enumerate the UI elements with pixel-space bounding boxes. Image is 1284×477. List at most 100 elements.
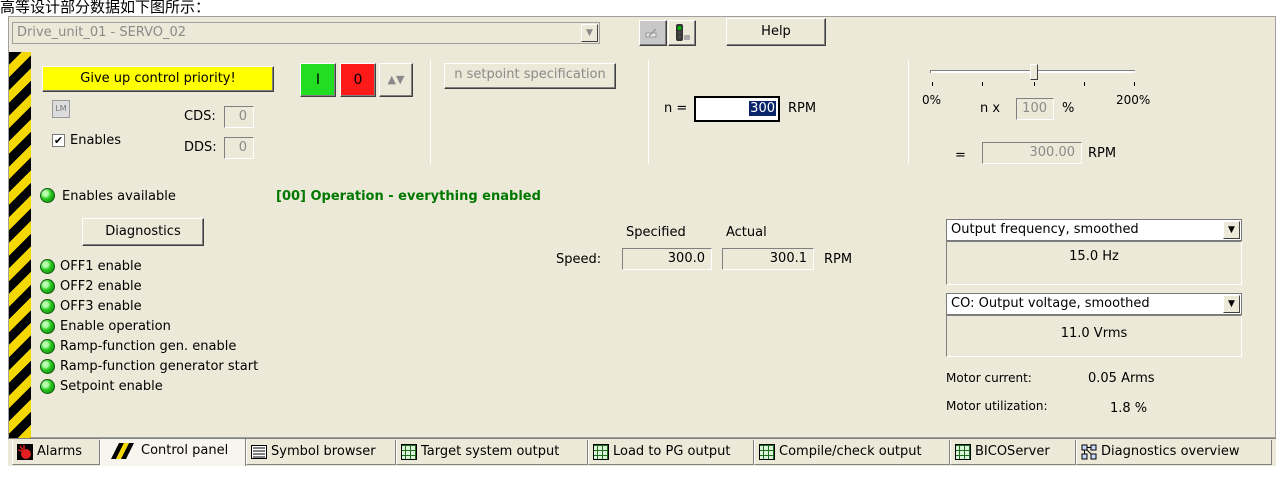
slider-tick bbox=[1134, 82, 1135, 86]
caption-fragment: 高等设计部分数据如下图所示： bbox=[0, 0, 211, 14]
monitor-select-2-value: CO: Output voltage, smoothed bbox=[951, 296, 1150, 311]
n-setpoint-input[interactable]: 300 bbox=[694, 96, 780, 122]
scaled-setpoint-unit: RPM bbox=[1088, 146, 1117, 161]
tab-label: Diagnostics overview bbox=[1101, 444, 1240, 459]
monitor-select-1[interactable]: Output frequency, smoothed ▼ bbox=[946, 219, 1242, 241]
override-slider[interactable] bbox=[922, 64, 1142, 86]
speed-specified-field: 300.0 bbox=[622, 248, 712, 270]
off-button[interactable]: 0 bbox=[340, 63, 376, 97]
n-setpoint-specification-button[interactable]: n setpoint specification bbox=[444, 63, 616, 89]
check-icon: ✔ bbox=[53, 134, 64, 147]
slider-tick bbox=[932, 82, 933, 86]
motor-current-value: 0.05 Arms bbox=[1088, 371, 1155, 386]
enables-checkbox[interactable]: ✔ bbox=[52, 134, 65, 147]
monitor-value-2: 11.0 Vrms bbox=[1060, 326, 1128, 341]
enable-item-label: OFF1 enable bbox=[60, 259, 142, 274]
help-button[interactable]: Help bbox=[726, 18, 826, 46]
slider-tick bbox=[1034, 82, 1035, 86]
table-icon bbox=[593, 444, 609, 460]
drive-select[interactable]: Drive_unit_01 - SERVO_02 ▼ bbox=[12, 22, 600, 44]
status-led-icon bbox=[40, 319, 55, 334]
tab-load-to-pg-output[interactable]: Load to PG output bbox=[588, 440, 754, 465]
tab-alarms[interactable]: Alarms bbox=[12, 440, 100, 465]
equals-sign: = bbox=[955, 148, 966, 163]
dds-field[interactable]: 0 bbox=[224, 137, 254, 159]
divider bbox=[430, 60, 431, 164]
motor-current-label: Motor current: bbox=[946, 371, 1032, 385]
monitor-value-2-box: 11.0 Vrms bbox=[946, 315, 1242, 357]
chevron-down-icon[interactable]: ▼ bbox=[1223, 221, 1240, 239]
motor-utilization-label: Motor utilization: bbox=[946, 399, 1048, 413]
status-led-icon bbox=[40, 279, 55, 294]
monitor-select-2[interactable]: CO: Output voltage, smoothed ▼ bbox=[946, 293, 1242, 315]
enable-item-label: OFF3 enable bbox=[60, 299, 142, 314]
table-icon bbox=[955, 444, 971, 460]
give-up-control-priority-button[interactable]: Give up control priority! bbox=[42, 66, 274, 92]
hazard-stripe bbox=[9, 52, 31, 438]
monitor-value-1-box: 15.0 Hz bbox=[946, 241, 1242, 285]
status-led-icon bbox=[40, 299, 55, 314]
slider-max-label: 200% bbox=[1116, 93, 1151, 107]
connect-toggle-button[interactable] bbox=[639, 20, 667, 46]
drive-select-value: Drive_unit_01 - SERVO_02 bbox=[17, 25, 187, 40]
tab-bicoserver[interactable]: BICOServer bbox=[950, 440, 1076, 465]
tab-label: Alarms bbox=[37, 444, 83, 459]
status-led-icon bbox=[40, 259, 55, 274]
status-led-icon bbox=[40, 359, 55, 374]
tab-symbol-browser[interactable]: Symbol browser bbox=[246, 440, 396, 465]
operation-status-text: [00] Operation - everything enabled bbox=[276, 189, 541, 204]
motor-utilization-value: 1.8 % bbox=[1110, 401, 1148, 416]
jog-button[interactable]: ▲▼ bbox=[379, 63, 413, 97]
traffic-light-icon bbox=[676, 24, 690, 41]
scaled-setpoint-field: 300.00 bbox=[982, 142, 1082, 164]
traffic-light-button[interactable] bbox=[668, 20, 696, 46]
slider-tick bbox=[1084, 82, 1085, 86]
tab-label: Load to PG output bbox=[613, 444, 731, 459]
monitor-select-1-value: Output frequency, smoothed bbox=[951, 222, 1139, 237]
symbol-browser-icon bbox=[251, 445, 267, 459]
enables-checkbox-label: Enables bbox=[70, 133, 122, 148]
override-percent-field[interactable]: 100 bbox=[1016, 98, 1054, 120]
n-setpoint-value: 300 bbox=[749, 101, 776, 116]
enables-available-led-icon bbox=[40, 188, 55, 203]
table-icon bbox=[401, 444, 417, 460]
tab-label: Symbol browser bbox=[271, 444, 376, 459]
percent-sign: % bbox=[1062, 101, 1075, 116]
status-led-icon bbox=[40, 339, 55, 354]
chevron-down-icon[interactable]: ▼ bbox=[1223, 295, 1240, 313]
slider-thumb[interactable] bbox=[1030, 64, 1038, 80]
cds-field[interactable]: 0 bbox=[224, 106, 254, 128]
monitor-value-1: 15.0 Hz bbox=[1069, 249, 1119, 264]
tab-control-panel[interactable]: Control panel bbox=[100, 439, 246, 466]
actual-header: Actual bbox=[726, 225, 767, 240]
dds-label: DDS: bbox=[184, 140, 217, 155]
specified-header: Specified bbox=[626, 225, 686, 240]
speed-label: Speed: bbox=[556, 252, 602, 267]
enable-item-label: OFF2 enable bbox=[60, 279, 142, 294]
n-setpoint-unit: RPM bbox=[788, 101, 817, 116]
chevron-down-icon[interactable]: ▼ bbox=[581, 24, 598, 42]
enable-item-label: Setpoint enable bbox=[60, 379, 163, 394]
hazard-icon bbox=[111, 443, 134, 459]
tab-diagnostics-overview[interactable]: Diagnostics overview bbox=[1076, 440, 1272, 465]
disconnect-icon bbox=[645, 28, 657, 38]
diagnostics-button[interactable]: Diagnostics bbox=[82, 218, 204, 246]
alarm-icon bbox=[17, 444, 33, 460]
output-tab-bar: Alarms Control panel Symbol browser Targ… bbox=[8, 438, 1276, 466]
status-led-icon bbox=[40, 379, 55, 394]
slider-tick bbox=[982, 82, 983, 86]
enable-item-label: Enable operation bbox=[60, 319, 171, 334]
n-x-label: n x bbox=[980, 101, 1001, 116]
tab-label: Target system output bbox=[421, 444, 560, 459]
n-equals-label: n = bbox=[664, 101, 688, 116]
lm-icon-text: LM bbox=[55, 104, 67, 113]
enables-available-label: Enables available bbox=[62, 189, 176, 204]
enable-item-label: Ramp-function gen. enable bbox=[60, 339, 237, 354]
tab-target-system-output[interactable]: Target system output bbox=[396, 440, 588, 465]
slider-min-label: 0% bbox=[922, 93, 942, 107]
divider bbox=[648, 60, 649, 164]
on-button[interactable]: I bbox=[300, 63, 336, 97]
tab-compile-check-output[interactable]: Compile/check output bbox=[754, 440, 950, 465]
lm-icon: LM bbox=[52, 100, 70, 118]
speed-unit: RPM bbox=[824, 252, 853, 267]
